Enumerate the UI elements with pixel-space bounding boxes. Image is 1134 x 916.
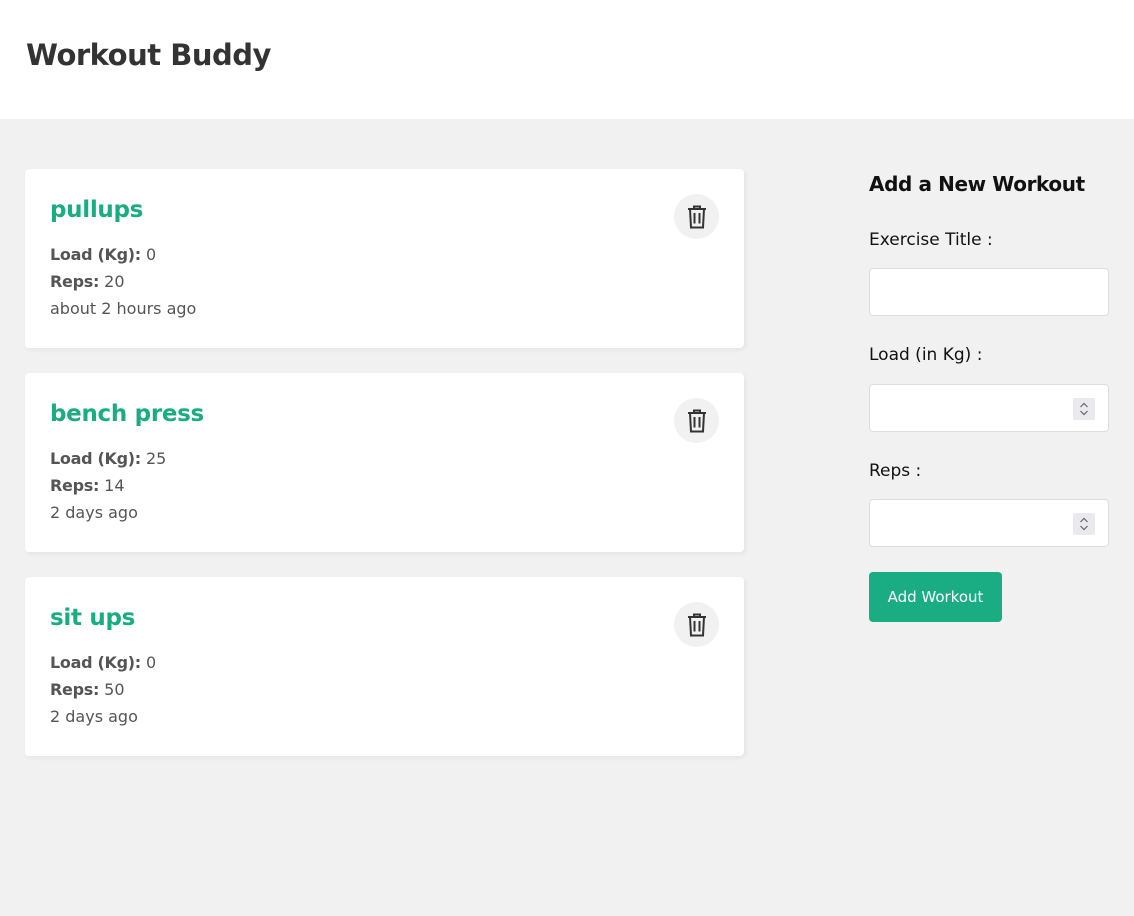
reps-label: Reps: (50, 272, 100, 291)
form-heading: Add a New Workout (869, 172, 1085, 196)
reps-field (869, 499, 1109, 547)
load-label: Load (Kg): (50, 245, 141, 264)
reps-value: 50 (104, 680, 125, 699)
reps-label: Reps : (869, 461, 922, 481)
trash-icon (687, 409, 706, 432)
workout-reps: Reps: 20 (50, 272, 125, 291)
reps-value: 14 (104, 476, 125, 495)
load-label: Load (Kg): (50, 449, 141, 468)
workout-load: Load (Kg): 0 (50, 653, 156, 672)
spinner-arrows-icon (1080, 517, 1088, 531)
exercise-title-field (869, 268, 1109, 316)
trash-icon (687, 205, 706, 228)
add-workout-button[interactable]: Add Workout (869, 572, 1002, 622)
workout-list: pullups Load (Kg): 0 Reps: 20 about 2 ho… (25, 169, 744, 781)
workout-card: bench press Load (Kg): 25 Reps: 14 2 day… (25, 373, 744, 552)
workout-reps: Reps: 14 (50, 476, 125, 495)
reps-spinner[interactable] (1073, 513, 1095, 535)
app-header: Workout Buddy (0, 0, 1134, 119)
reps-label: Reps: (50, 680, 100, 699)
workout-load: Load (Kg): 25 (50, 449, 166, 468)
load-value: 0 (145, 245, 157, 264)
workout-load: Load (Kg): 0 (50, 245, 156, 264)
load-spinner[interactable] (1073, 398, 1095, 420)
load-value: 0 (145, 653, 157, 672)
load-value: 25 (145, 449, 167, 468)
workout-title: sit ups (50, 605, 136, 631)
delete-workout-button[interactable] (674, 602, 719, 647)
workout-card: pullups Load (Kg): 0 Reps: 20 about 2 ho… (25, 169, 744, 348)
delete-workout-button[interactable] (674, 398, 719, 443)
delete-workout-button[interactable] (674, 194, 719, 239)
reps-label: Reps: (50, 476, 100, 495)
spinner-arrows-icon (1080, 402, 1088, 416)
workout-card: sit ups Load (Kg): 0 Reps: 50 2 days ago (25, 577, 744, 756)
trash-icon (687, 613, 706, 636)
workout-timestamp: 2 days ago (50, 503, 138, 522)
load-label: Load (Kg): (50, 653, 141, 672)
exercise-title-label: Exercise Title : (869, 230, 993, 250)
workout-title: pullups (50, 197, 144, 223)
reps-value: 20 (104, 272, 125, 291)
workout-title: bench press (50, 401, 204, 427)
workout-timestamp: 2 days ago (50, 707, 138, 726)
workout-reps: Reps: 50 (50, 680, 125, 699)
load-label: Load (in Kg) : (869, 345, 983, 365)
app-title[interactable]: Workout Buddy (26, 38, 271, 72)
workout-timestamp: about 2 hours ago (50, 299, 197, 318)
exercise-title-input[interactable] (870, 269, 1108, 315)
load-field (869, 384, 1109, 432)
